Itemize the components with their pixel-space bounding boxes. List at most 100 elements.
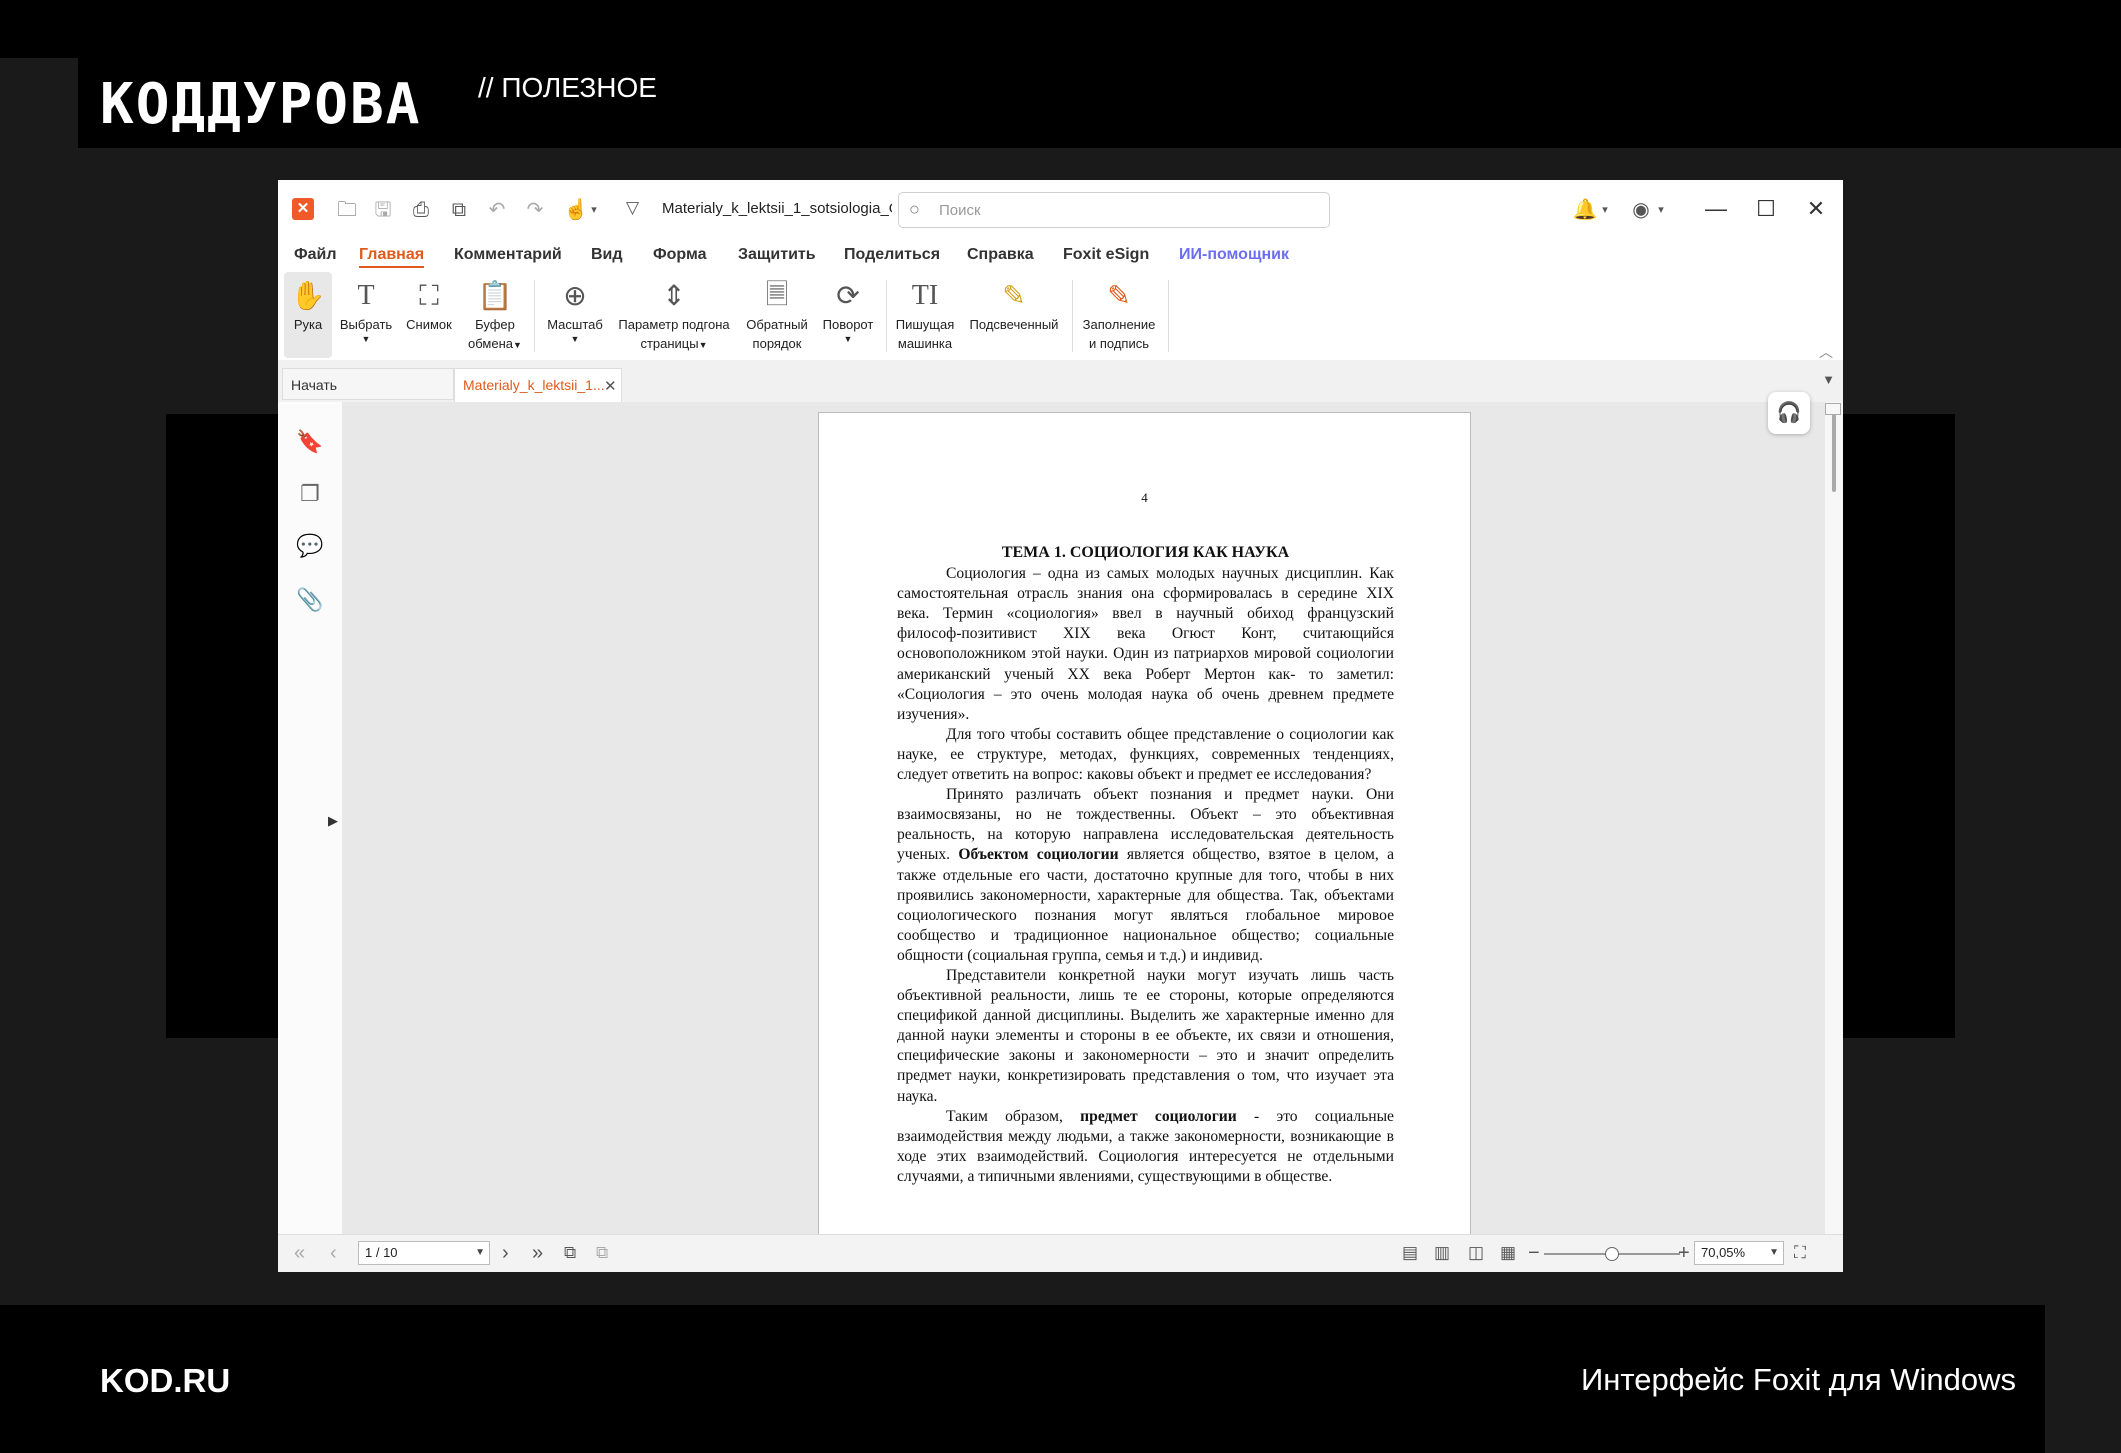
menu-view[interactable]: Вид xyxy=(591,246,623,264)
document-viewer[interactable]: 4 ТЕМА 1. СОЦИОЛОГИЯ КАК НАУКА Социологи… xyxy=(342,402,1825,1234)
next-page-icon[interactable]: › xyxy=(502,1241,509,1265)
rotate-button[interactable]: ⟳ Поворот ▼ xyxy=(816,272,880,358)
customize-dropdown-icon[interactable]: ▽ xyxy=(626,198,639,218)
highlighter-icon: ✎ xyxy=(1002,280,1026,311)
rotate-icon: ⟳ xyxy=(836,280,860,311)
menu-foxit-esign[interactable]: Foxit eSign xyxy=(1063,246,1149,264)
open-folder-icon[interactable]: 🗀 xyxy=(334,198,360,222)
ribbon-separator xyxy=(1168,280,1169,352)
fit-page-button[interactable]: ⇕ Параметр подгона страницы▼ xyxy=(612,272,736,358)
zoom-dropdown-icon[interactable]: ▼ xyxy=(1769,1242,1779,1264)
page-number: 4 xyxy=(1141,490,1148,505)
title-bar: ✕ 🗀 🖫 ⎙ ⧉ ↶ ↷ ☝ ▾ ▽ Materialy_k_lektsii_… xyxy=(278,180,1843,240)
zoom-slider-thumb[interactable] xyxy=(1605,1247,1619,1261)
last-page-icon[interactable]: » xyxy=(532,1241,543,1265)
document-title: Materialy_k_lektsii_1_sotsiologia_OZ... xyxy=(662,200,892,217)
facing-view-icon[interactable]: ◫ xyxy=(1468,1241,1484,1265)
save-icon[interactable]: 🖫 xyxy=(370,198,396,222)
pages-thumbnail-icon[interactable]: ❐ xyxy=(296,480,324,508)
menu-comment[interactable]: Комментарий xyxy=(454,246,562,264)
menu-protect[interactable]: Защитить xyxy=(738,246,816,264)
collapse-ribbon-icon[interactable]: ︿ xyxy=(1819,342,1833,362)
menu-share[interactable]: Поделиться xyxy=(844,246,940,264)
print-icon[interactable]: ⎙ xyxy=(408,198,434,222)
hand-label: Рука xyxy=(293,317,323,332)
highlight-button[interactable]: ✎ Подсвеченный xyxy=(962,272,1066,358)
menu-ai-assistant[interactable]: ИИ-помощник xyxy=(1179,246,1289,264)
ai-assistant-float-icon[interactable]: 🎧 xyxy=(1768,392,1810,434)
bookmark-icon[interactable]: 🔖 xyxy=(296,428,324,456)
tab-close-icon[interactable]: ✕ xyxy=(604,377,617,395)
foxit-logo-icon[interactable]: ✕ xyxy=(292,198,314,220)
clipboard-label-1: Буфер xyxy=(475,317,515,332)
typewriter-button[interactable]: TI Пишущая машинка xyxy=(890,272,960,358)
bell-dropdown-icon[interactable]: ▾ xyxy=(1592,198,1618,222)
minimize-icon[interactable]: — xyxy=(1698,194,1734,224)
bg-right-block xyxy=(1835,414,1955,1038)
rotate-dropdown-icon[interactable]: ▼ xyxy=(816,335,880,344)
fit-page-icon: ⇕ xyxy=(662,280,686,311)
tab-list-dropdown-icon[interactable]: ▼ xyxy=(1822,372,1835,387)
fullscreen-icon[interactable]: ⛶ xyxy=(1794,1241,1806,1265)
redo-icon[interactable]: ↷ xyxy=(522,198,548,222)
fill-sign-label-1: Заполнение xyxy=(1082,317,1156,332)
tab-start[interactable]: Начать xyxy=(282,368,454,400)
scrollbar-thumb[interactable] xyxy=(1832,414,1836,492)
hand-tool-dropdown-icon[interactable]: ▾ xyxy=(581,198,607,222)
previous-page-icon[interactable]: ‹ xyxy=(330,1241,337,1265)
search-box[interactable]: ○ xyxy=(898,192,1330,228)
zoom-level: 70,05% xyxy=(1701,1245,1746,1260)
comments-icon[interactable]: 💬 xyxy=(296,532,324,560)
select-dropdown-icon[interactable]: ▼ xyxy=(336,335,396,344)
zoom-in-icon[interactable]: + xyxy=(1678,1241,1690,1265)
fit-page-dropdown-icon[interactable]: ▼ xyxy=(699,340,708,350)
account-dropdown-icon[interactable]: ▾ xyxy=(1648,198,1674,222)
expand-panel-icon[interactable]: ▶ xyxy=(328,813,338,829)
single-page-view-icon[interactable]: ▤ xyxy=(1402,1241,1418,1265)
ribbon-separator xyxy=(534,280,535,352)
clipboard-label-2: обмена▼ xyxy=(468,336,522,351)
typewriter-icon: TI xyxy=(911,280,939,311)
clipboard-dropdown-icon[interactable]: ▼ xyxy=(513,340,522,350)
zoom-button[interactable]: ⊕ Масштаб ▼ xyxy=(540,272,610,358)
brand-logo: КОДДУРОВА xyxy=(100,72,422,137)
menu-form[interactable]: Форма xyxy=(653,246,707,264)
undo-icon[interactable]: ↶ xyxy=(484,198,510,222)
right-panel-toggle-icon[interactable] xyxy=(1825,403,1841,415)
menu-file[interactable]: Файл xyxy=(294,246,337,264)
search-input[interactable] xyxy=(937,198,1321,222)
snapshot-button[interactable]: ⛶ Снимок xyxy=(400,272,458,358)
vertical-scrollbar[interactable] xyxy=(1825,402,1843,1234)
first-page-icon[interactable]: « xyxy=(294,1241,305,1265)
hand-button[interactable]: ✋ Рука xyxy=(284,272,332,358)
pdf-page: 4 ТЕМА 1. СОЦИОЛОГИЯ КАК НАУКА Социологи… xyxy=(818,412,1471,1234)
zoom-level-input[interactable]: 70,05% ▼ xyxy=(1694,1241,1784,1265)
continuous-facing-view-icon[interactable]: ▦ xyxy=(1500,1241,1516,1265)
zoom-label: Масштаб xyxy=(547,317,603,332)
maximize-icon[interactable]: ☐ xyxy=(1748,194,1784,224)
close-icon[interactable]: ✕ xyxy=(1798,194,1834,224)
next-view-icon[interactable]: ⧉ xyxy=(596,1241,608,1265)
zoom-out-icon[interactable]: − xyxy=(1528,1241,1540,1265)
attachment-icon[interactable]: 📎 xyxy=(296,586,324,614)
fill-sign-label-2: и подпись xyxy=(1088,336,1150,351)
menu-home[interactable]: Главная xyxy=(359,246,425,268)
zoom-icon: ⊕ xyxy=(563,280,587,311)
page-number-input[interactable]: 1 / 10 ▼ xyxy=(358,1241,490,1265)
menu-help[interactable]: Справка xyxy=(967,246,1034,264)
create-icon[interactable]: ⧉ xyxy=(446,198,472,222)
zoom-dropdown-icon[interactable]: ▼ xyxy=(540,335,610,344)
reverse-order-button[interactable]: 🗏 Обратный порядок xyxy=(740,272,814,358)
paragraph: Таким образом, предмет социологии - это … xyxy=(897,1107,1394,1185)
select-button[interactable]: T Выбрать ▼ xyxy=(336,272,396,358)
page-dropdown-icon[interactable]: ▼ xyxy=(475,1242,485,1264)
page-heading: ТЕМА 1. СОЦИОЛОГИЯ КАК НАУКА xyxy=(1001,544,1290,561)
fill-sign-button[interactable]: ✎ Заполнение и подпись xyxy=(1076,272,1162,358)
clipboard-button[interactable]: 📋 Буфер обмена▼ xyxy=(462,272,528,358)
page-text: ТЕМА 1. СОЦИОЛОГИЯ КАК НАУКА Социология … xyxy=(897,543,1394,1187)
previous-view-icon[interactable]: ⧉ xyxy=(564,1241,576,1265)
tab-document[interactable]: Materialy_k_lektsii_1... xyxy=(454,368,622,402)
continuous-view-icon[interactable]: ▥ xyxy=(1434,1241,1450,1265)
navigation-sidebar: 🔖 ❐ 💬 📎 ▶ xyxy=(278,402,343,1234)
footer-caption: Интерфейс Foxit для Windows xyxy=(1580,1362,2016,1397)
